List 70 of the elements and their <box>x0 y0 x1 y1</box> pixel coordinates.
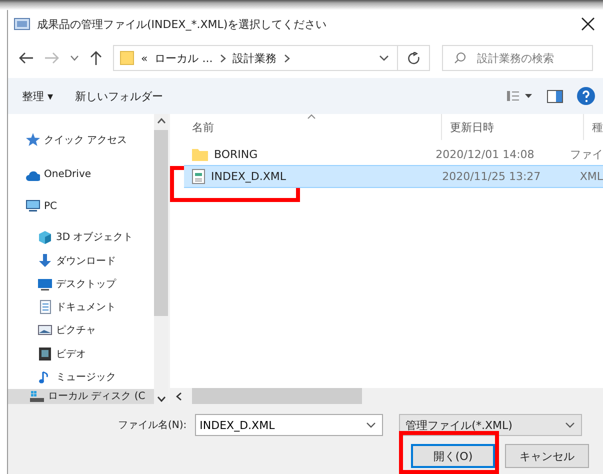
open-button[interactable]: 開く(O) <box>411 444 495 468</box>
cube-icon <box>38 230 52 244</box>
sidebar-item[interactable]: デスクトップ <box>8 272 154 296</box>
sidebar-item[interactable]: OneDrive <box>8 163 154 186</box>
dropdown-caret-icon[interactable] <box>366 422 376 428</box>
chevron-right-icon[interactable] <box>284 54 290 62</box>
sidebar-item[interactable]: ローカル ディスク (C <box>8 388 154 404</box>
table-cell: XML <box>580 170 603 183</box>
column-header[interactable]: 名前 <box>170 114 442 140</box>
scroll-up-icon[interactable] <box>156 118 166 124</box>
recent-caret-icon[interactable] <box>70 55 79 61</box>
sidebar-item[interactable]: ミュージック <box>8 365 154 388</box>
drive-icon <box>30 389 44 404</box>
xml-file-icon <box>192 169 205 184</box>
star-icon <box>26 132 40 147</box>
dropdown-caret-icon[interactable] <box>379 55 389 61</box>
scrollbar[interactable] <box>154 114 168 404</box>
refresh-icon <box>408 52 420 64</box>
table-cell: INDEX_D.XML <box>211 170 286 183</box>
search-field[interactable]: 設計業務の検索 <box>442 45 593 71</box>
file-type-dropdown[interactable]: 管理ファイル(*.XML) <box>398 414 582 436</box>
scroll-left-icon[interactable] <box>176 392 182 400</box>
table-cell: 2020/11/25 13:27 <box>442 170 541 183</box>
scroll-thumb[interactable] <box>154 130 168 316</box>
sort-caret-icon <box>307 114 316 119</box>
view-options-icon[interactable] <box>507 90 533 102</box>
file-row[interactable]: BORING 2020/12/01 14:08 ファイ <box>170 144 603 165</box>
table-cell: BORING <box>214 148 258 161</box>
address-bar[interactable]: « ローカル ... 設計業務 <box>113 45 398 71</box>
new-folder-button[interactable]: 新しいフォルダー <box>71 86 168 106</box>
table-cell: ファイ <box>570 147 603 162</box>
sidebar-item[interactable]: 3D オブジェクト <box>8 226 154 249</box>
sidebar-item[interactable]: ダウンロード <box>8 249 154 272</box>
overflow-chevron[interactable]: « <box>141 52 148 64</box>
help-icon[interactable] <box>577 87 595 105</box>
selected-row[interactable]: INDEX_D.XML 2020/11/25 13:27 XML <box>184 165 603 188</box>
sidebar-item[interactable]: ドキュメント <box>8 296 154 319</box>
download-arrow-icon <box>38 254 52 268</box>
organize-button[interactable]: 整理 ▾ <box>18 86 58 106</box>
sidebar-item[interactable]: PC <box>8 194 154 218</box>
close-icon[interactable] <box>581 17 595 31</box>
app-icon <box>14 18 30 30</box>
picture-icon <box>38 323 52 338</box>
back-arrow-icon[interactable] <box>18 51 34 65</box>
breadcrumb[interactable]: 設計業務 <box>232 50 277 66</box>
column-header[interactable]: 種 <box>584 114 603 140</box>
sidebar-item[interactable]: クイック アクセス <box>8 128 154 152</box>
document-icon <box>38 300 52 314</box>
preview-pane-icon[interactable] <box>547 90 563 102</box>
filename-field[interactable]: INDEX_D.XML <box>194 414 383 436</box>
sidebar-item[interactable]: ビデオ <box>8 342 154 366</box>
search-icon <box>454 52 466 64</box>
up-arrow-icon[interactable] <box>89 50 103 66</box>
window-title: 成果品の管理ファイル(INDEX_*.XML)を選択してください <box>37 16 327 32</box>
filename-label: ファイル名(N): <box>118 419 187 432</box>
scroll-thumb[interactable] <box>192 388 362 404</box>
film-icon <box>38 346 52 361</box>
scroll-down-icon[interactable] <box>156 396 166 402</box>
breadcrumb[interactable]: ローカル ... <box>154 50 213 66</box>
column-header[interactable]: 更新日時 <box>442 114 584 140</box>
computer-icon <box>26 199 40 214</box>
folder-icon <box>192 148 208 161</box>
table-cell: 2020/12/01 14:08 <box>436 148 534 161</box>
cancel-button[interactable]: キャンセル <box>505 444 589 468</box>
sidebar-item[interactable]: ピクチャ <box>8 318 154 342</box>
refresh-button[interactable] <box>398 45 430 71</box>
dropdown-caret-icon[interactable] <box>564 422 575 428</box>
folder-icon <box>120 51 134 65</box>
chevron-right-icon[interactable] <box>220 54 226 62</box>
monitor-icon <box>38 276 52 291</box>
